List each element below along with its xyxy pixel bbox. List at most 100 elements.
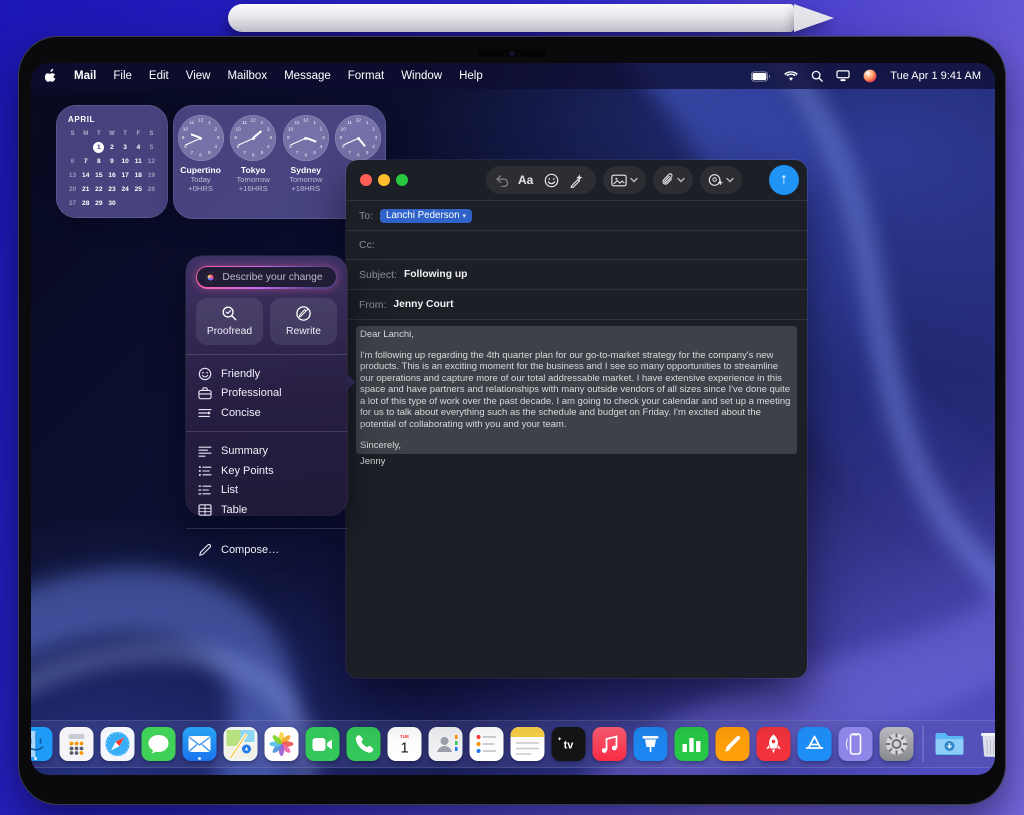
minimize-window-button[interactable] [378,174,390,186]
dock-finder[interactable] [31,727,53,761]
calendar-day: 29 [92,197,105,210]
dock-tv[interactable]: tv [552,727,586,761]
calendar-day: 15 [92,169,105,182]
dock-notes[interactable] [511,727,545,761]
close-window-button[interactable] [360,174,372,186]
writing-option-friendly[interactable]: Friendly [186,364,347,384]
photos-icon [269,731,295,757]
chevron-down-icon [677,177,685,183]
display-mirroring-icon[interactable] [836,70,850,82]
menu-format[interactable]: Format [348,70,384,82]
writing-option-compose[interactable]: Compose… [186,538,347,561]
rewrite-button[interactable]: Rewrite [270,298,337,345]
battery-icon[interactable] [751,71,771,82]
menu-view[interactable]: View [186,70,211,82]
list-icon [198,484,212,496]
wifi-icon[interactable] [784,71,798,82]
subject-field[interactable]: Subject: Following up [346,259,807,289]
clock-offset-label: +18HRS [291,184,320,193]
menu-help[interactable]: Help [459,70,483,82]
proofread-button[interactable]: Proofread [196,298,263,345]
writing-option-list[interactable]: List [186,480,347,500]
calendar-weekday: M [79,127,92,140]
message-body[interactable]: Dear Lanchi, I'm following up regarding … [346,319,807,474]
emoji-button[interactable] [541,173,562,188]
calendar-day: 27 [66,197,79,210]
clock-number: 6 [302,152,310,160]
calendar-day: 9 [105,155,118,168]
dock-reminders[interactable] [470,727,504,761]
dock-app-store[interactable] [798,727,832,761]
menu-clock[interactable]: Tue Apr 1 9:41 AM [890,70,981,82]
calendar-weekday: F [132,127,145,140]
siri-icon[interactable] [863,69,877,83]
clock-number: 12 [354,117,362,125]
to-field[interactable]: To: Lanchi Pederson ▾ [346,200,807,230]
dock-messages[interactable] [142,727,176,761]
dock-contacts[interactable] [429,727,463,761]
dock-facetime[interactable] [306,727,340,761]
dock-keynote[interactable] [634,727,668,761]
calendar-weekday: W [105,127,118,140]
dock-calculator[interactable] [60,727,94,761]
from-value: Jenny Court [393,299,453,310]
writing-tools-button[interactable] [566,173,587,188]
clock-number: 12 [302,117,310,125]
dock-photos[interactable] [265,727,299,761]
writing-option-key-points[interactable]: Key Points [186,461,347,481]
reminders-icon [475,732,499,756]
menu-window[interactable]: Window [401,70,442,82]
dock-rocket[interactable] [757,727,791,761]
dock-maps[interactable] [224,727,258,761]
svg-text:tv: tv [564,740,575,752]
dock-music[interactable] [593,727,627,761]
clock-number: 2 [212,125,220,133]
writing-option-professional[interactable]: Professional [186,383,347,403]
dock-phone[interactable] [347,727,381,761]
dock-numbers[interactable] [675,727,709,761]
menu-file[interactable]: File [113,70,132,82]
option-label: List [221,484,238,496]
popover-arrow [346,373,356,391]
calendar-day [66,141,79,154]
cc-field[interactable]: Cc: [346,230,807,259]
undo-button[interactable] [495,174,510,187]
from-field[interactable]: From: Jenny Court [346,289,807,319]
menu-message[interactable]: Message [284,70,331,82]
window-titlebar[interactable]: Aa [346,160,807,200]
apple-menu[interactable] [45,68,57,85]
zoom-window-button[interactable] [396,174,408,186]
writing-option-table[interactable]: Table [186,500,347,520]
recipient-token[interactable]: Lanchi Pederson ▾ [380,209,472,223]
subject-value: Following up [404,269,467,280]
dock-trash[interactable] [974,727,996,761]
writing-option-concise[interactable]: Concise [186,403,347,423]
menu-mail[interactable]: Mail [74,70,96,82]
writing-tools-options: FriendlyProfessionalConcise Summary Key Po… [186,354,347,562]
dock-calendar[interactable]: TUE1 [388,727,422,761]
describe-change-input[interactable]: Describe your change [197,267,335,287]
body-signature: Jenny [356,454,797,468]
calendar-day: 4 [132,141,145,154]
calendar-day: 26 [145,183,158,196]
option-label: Summary [221,445,268,457]
dock-downloads[interactable] [933,727,967,761]
dock-settings[interactable] [880,727,914,761]
text-format-button[interactable]: Aa [514,173,537,187]
send-button[interactable]: ↑ [769,165,799,195]
dock-iphone-mirroring[interactable] [839,727,873,761]
clock-offset-label: +16HRS [239,184,268,193]
desktop: Mail File Edit View Mailbox Message Form… [31,63,995,775]
dock-safari[interactable] [101,727,135,761]
attach-file-button[interactable] [653,166,693,194]
insert-media-button[interactable] [603,166,646,194]
search-icon[interactable] [811,70,823,82]
menu-edit[interactable]: Edit [149,70,169,82]
writing-option-summary[interactable]: Summary [186,441,347,461]
insert-from-device-button[interactable] [700,166,742,194]
menu-mailbox[interactable]: Mailbox [227,70,267,82]
calendar-day: 18 [132,169,145,182]
dock-mail[interactable] [183,727,217,761]
calendar-widget[interactable]: APRIL SMTWTFS123456789101112131415161718… [56,105,168,218]
dock-pages[interactable] [716,727,750,761]
